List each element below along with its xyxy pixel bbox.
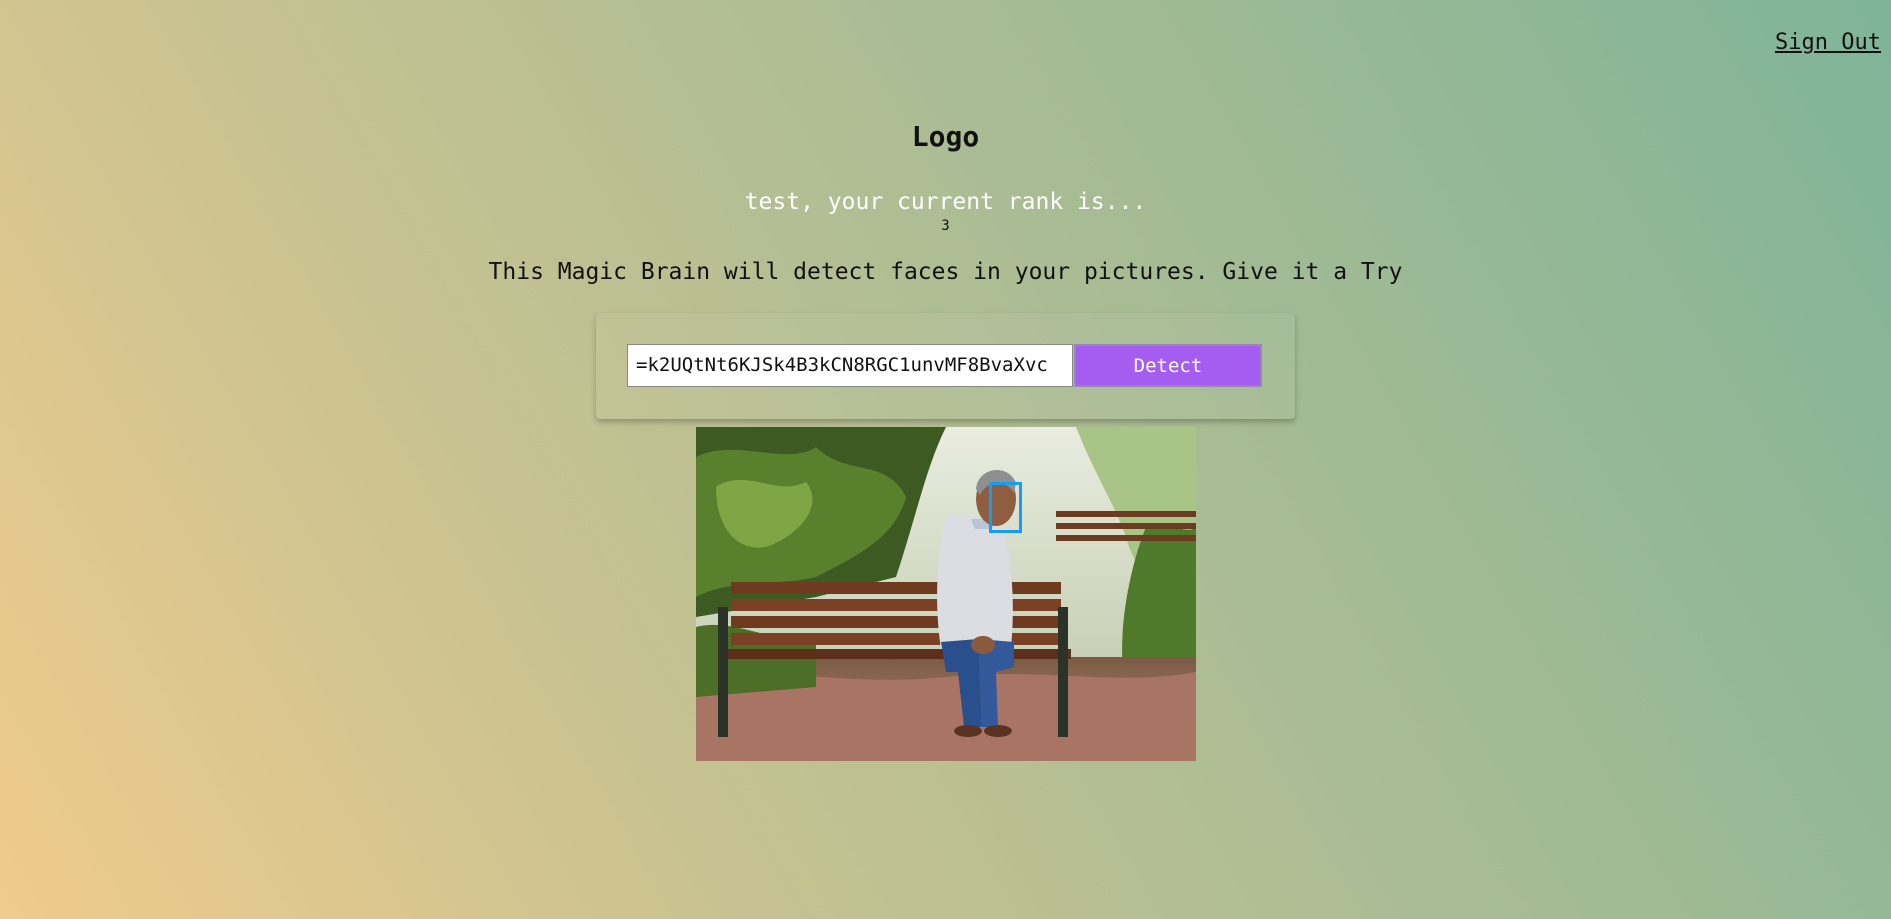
rank-value: 3 — [941, 218, 950, 234]
face-bounding-box — [989, 482, 1022, 533]
result-image — [696, 427, 1196, 761]
sign-out-link[interactable]: Sign Out — [1775, 30, 1881, 55]
image-url-input[interactable]: k2UQtNt6KJSk4B3kCN8RGC1unvMF8BvaXvc= — [627, 344, 1073, 387]
detect-button[interactable]: Detect — [1074, 344, 1262, 387]
park-photo — [696, 427, 1196, 761]
logo: Logo — [911, 120, 980, 153]
image-link-form: k2UQtNt6KJSk4B3kCN8RGC1unvMF8BvaXvc= Det… — [596, 313, 1295, 419]
rank-message: test, your current rank is... — [744, 189, 1147, 215]
page-tagline: This Magic Brain will detect faces in yo… — [488, 259, 1403, 285]
